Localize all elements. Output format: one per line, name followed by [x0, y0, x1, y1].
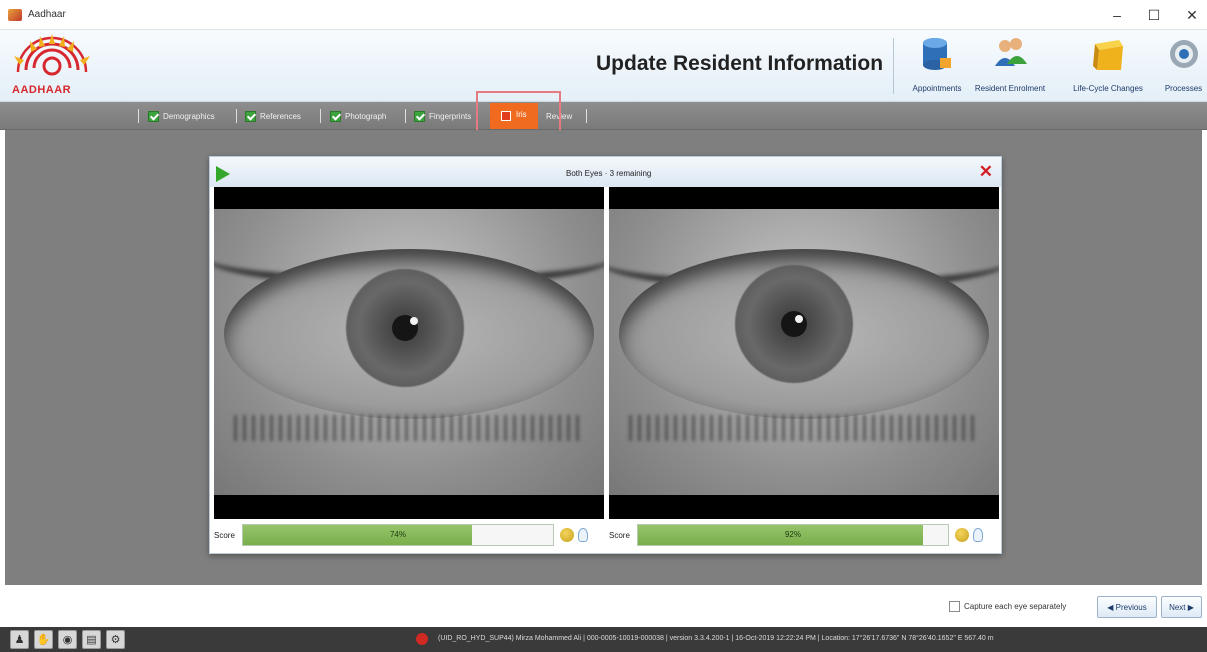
- resident-enrolment-button[interactable]: Resident Enrolment: [972, 34, 1048, 98]
- hand-icon[interactable]: ✋: [34, 630, 53, 649]
- window-title: Aadhaar: [28, 9, 66, 20]
- logo-text: AADHAAR: [12, 84, 72, 96]
- lightbulb-icon: [973, 528, 983, 542]
- left-eye-score: Score 74%: [214, 523, 588, 547]
- score-percent: 74%: [389, 530, 406, 539]
- glint: [795, 315, 803, 323]
- life-cycle-changes-button[interactable]: Life-Cycle Changes: [1062, 34, 1154, 98]
- status-bar: ♟ ✋ ◉ ▤ ⚙ (UID_RO_HYD_SUP44) Mirza Moham…: [0, 627, 1207, 652]
- tab-divider: [586, 109, 587, 123]
- tab-divider: [138, 109, 139, 123]
- appointments-label: Appointments: [912, 84, 962, 93]
- score-label: Score: [214, 530, 235, 540]
- tab-fingerprints[interactable]: Fingerprints: [414, 106, 471, 126]
- app-icon: [8, 8, 22, 21]
- eye-icon[interactable]: ◉: [58, 630, 77, 649]
- maximize-button[interactable]: ☐: [1134, 0, 1174, 30]
- window-titlebar: Aadhaar: [0, 0, 1207, 30]
- header-divider: [893, 38, 894, 94]
- tab-divider: [320, 109, 321, 123]
- box-icon: [1093, 40, 1123, 70]
- smiley-icon: [560, 528, 574, 542]
- capture-separately-label: Capture each eye separately: [964, 602, 1067, 611]
- tab-label: Photograph: [345, 111, 387, 121]
- tab-label: References: [260, 111, 301, 121]
- tab-label: Fingerprints: [429, 111, 472, 121]
- glint: [410, 317, 418, 325]
- settings-icon[interactable]: ⚙: [106, 630, 125, 649]
- users-icon: [995, 38, 1027, 66]
- minimize-button[interactable]: –: [1097, 0, 1137, 30]
- right-eye-score: Score 92%: [609, 523, 983, 547]
- processes-label: Processes: [1164, 84, 1203, 93]
- dialog-header: Both Eyes · 3 remaining ✕: [210, 157, 1001, 187]
- left-score-bar: 74%: [242, 524, 554, 546]
- score-label: Score: [609, 530, 630, 540]
- page-title: Update Resident Information: [596, 52, 884, 75]
- processes-button[interactable]: Processes: [1160, 34, 1207, 98]
- check-icon: [330, 110, 341, 122]
- lower-lashes: [629, 415, 979, 441]
- appointments-button[interactable]: Appointments: [902, 34, 972, 98]
- tab-divider: [405, 109, 406, 123]
- left-eye-preview: [214, 187, 604, 519]
- tab-photograph[interactable]: Photograph: [330, 106, 386, 126]
- lower-lashes: [234, 415, 584, 441]
- check-icon: [414, 110, 425, 122]
- pupil: [781, 311, 807, 337]
- tab-label: Demographics: [163, 111, 215, 121]
- play-capture-icon[interactable]: [216, 166, 230, 182]
- resident-enrolment-label: Resident Enrolment: [974, 84, 1046, 93]
- iris-capture-dialog: Both Eyes · 3 remaining ✕ Score 74% Scor…: [209, 156, 1002, 554]
- gear-icon: [1169, 40, 1198, 68]
- right-score-bar: 92%: [637, 524, 949, 546]
- left-eye-image: [214, 209, 604, 495]
- capture-status: Both Eyes · 3 remaining: [566, 169, 652, 178]
- tab-divider: [236, 109, 237, 123]
- smiley-icon: [955, 528, 969, 542]
- score-percent: 92%: [784, 530, 801, 539]
- printer-icon[interactable]: ▤: [82, 630, 101, 649]
- close-window-button[interactable]: ✕: [1172, 0, 1207, 30]
- previous-button[interactable]: ◀ Previous: [1097, 596, 1157, 618]
- right-eye-preview: [609, 187, 999, 519]
- alert-icon: [416, 633, 428, 645]
- step-tabbar: Demographics References Photograph Finge…: [0, 102, 1207, 130]
- tab-references[interactable]: References: [245, 106, 301, 126]
- lightbulb-icon: [578, 528, 588, 542]
- right-eye-image: [609, 209, 999, 495]
- dialog-close-icon[interactable]: ✕: [979, 162, 993, 182]
- next-button[interactable]: Next ▶: [1161, 596, 1202, 618]
- check-icon: [148, 110, 159, 122]
- status-text: (UID_RO_HYD_SUP44) Mirza Mohammed Ali | …: [438, 635, 994, 642]
- check-icon: [245, 110, 256, 122]
- tab-demographics[interactable]: Demographics: [148, 106, 215, 126]
- life-cycle-changes-label: Life-Cycle Changes: [1073, 84, 1143, 93]
- database-icon: [923, 38, 951, 70]
- capture-separately-checkbox[interactable]: [949, 601, 960, 612]
- app-header: AADHAAR Update Resident Information Appo…: [0, 30, 1207, 102]
- person-icon[interactable]: ♟: [10, 630, 29, 649]
